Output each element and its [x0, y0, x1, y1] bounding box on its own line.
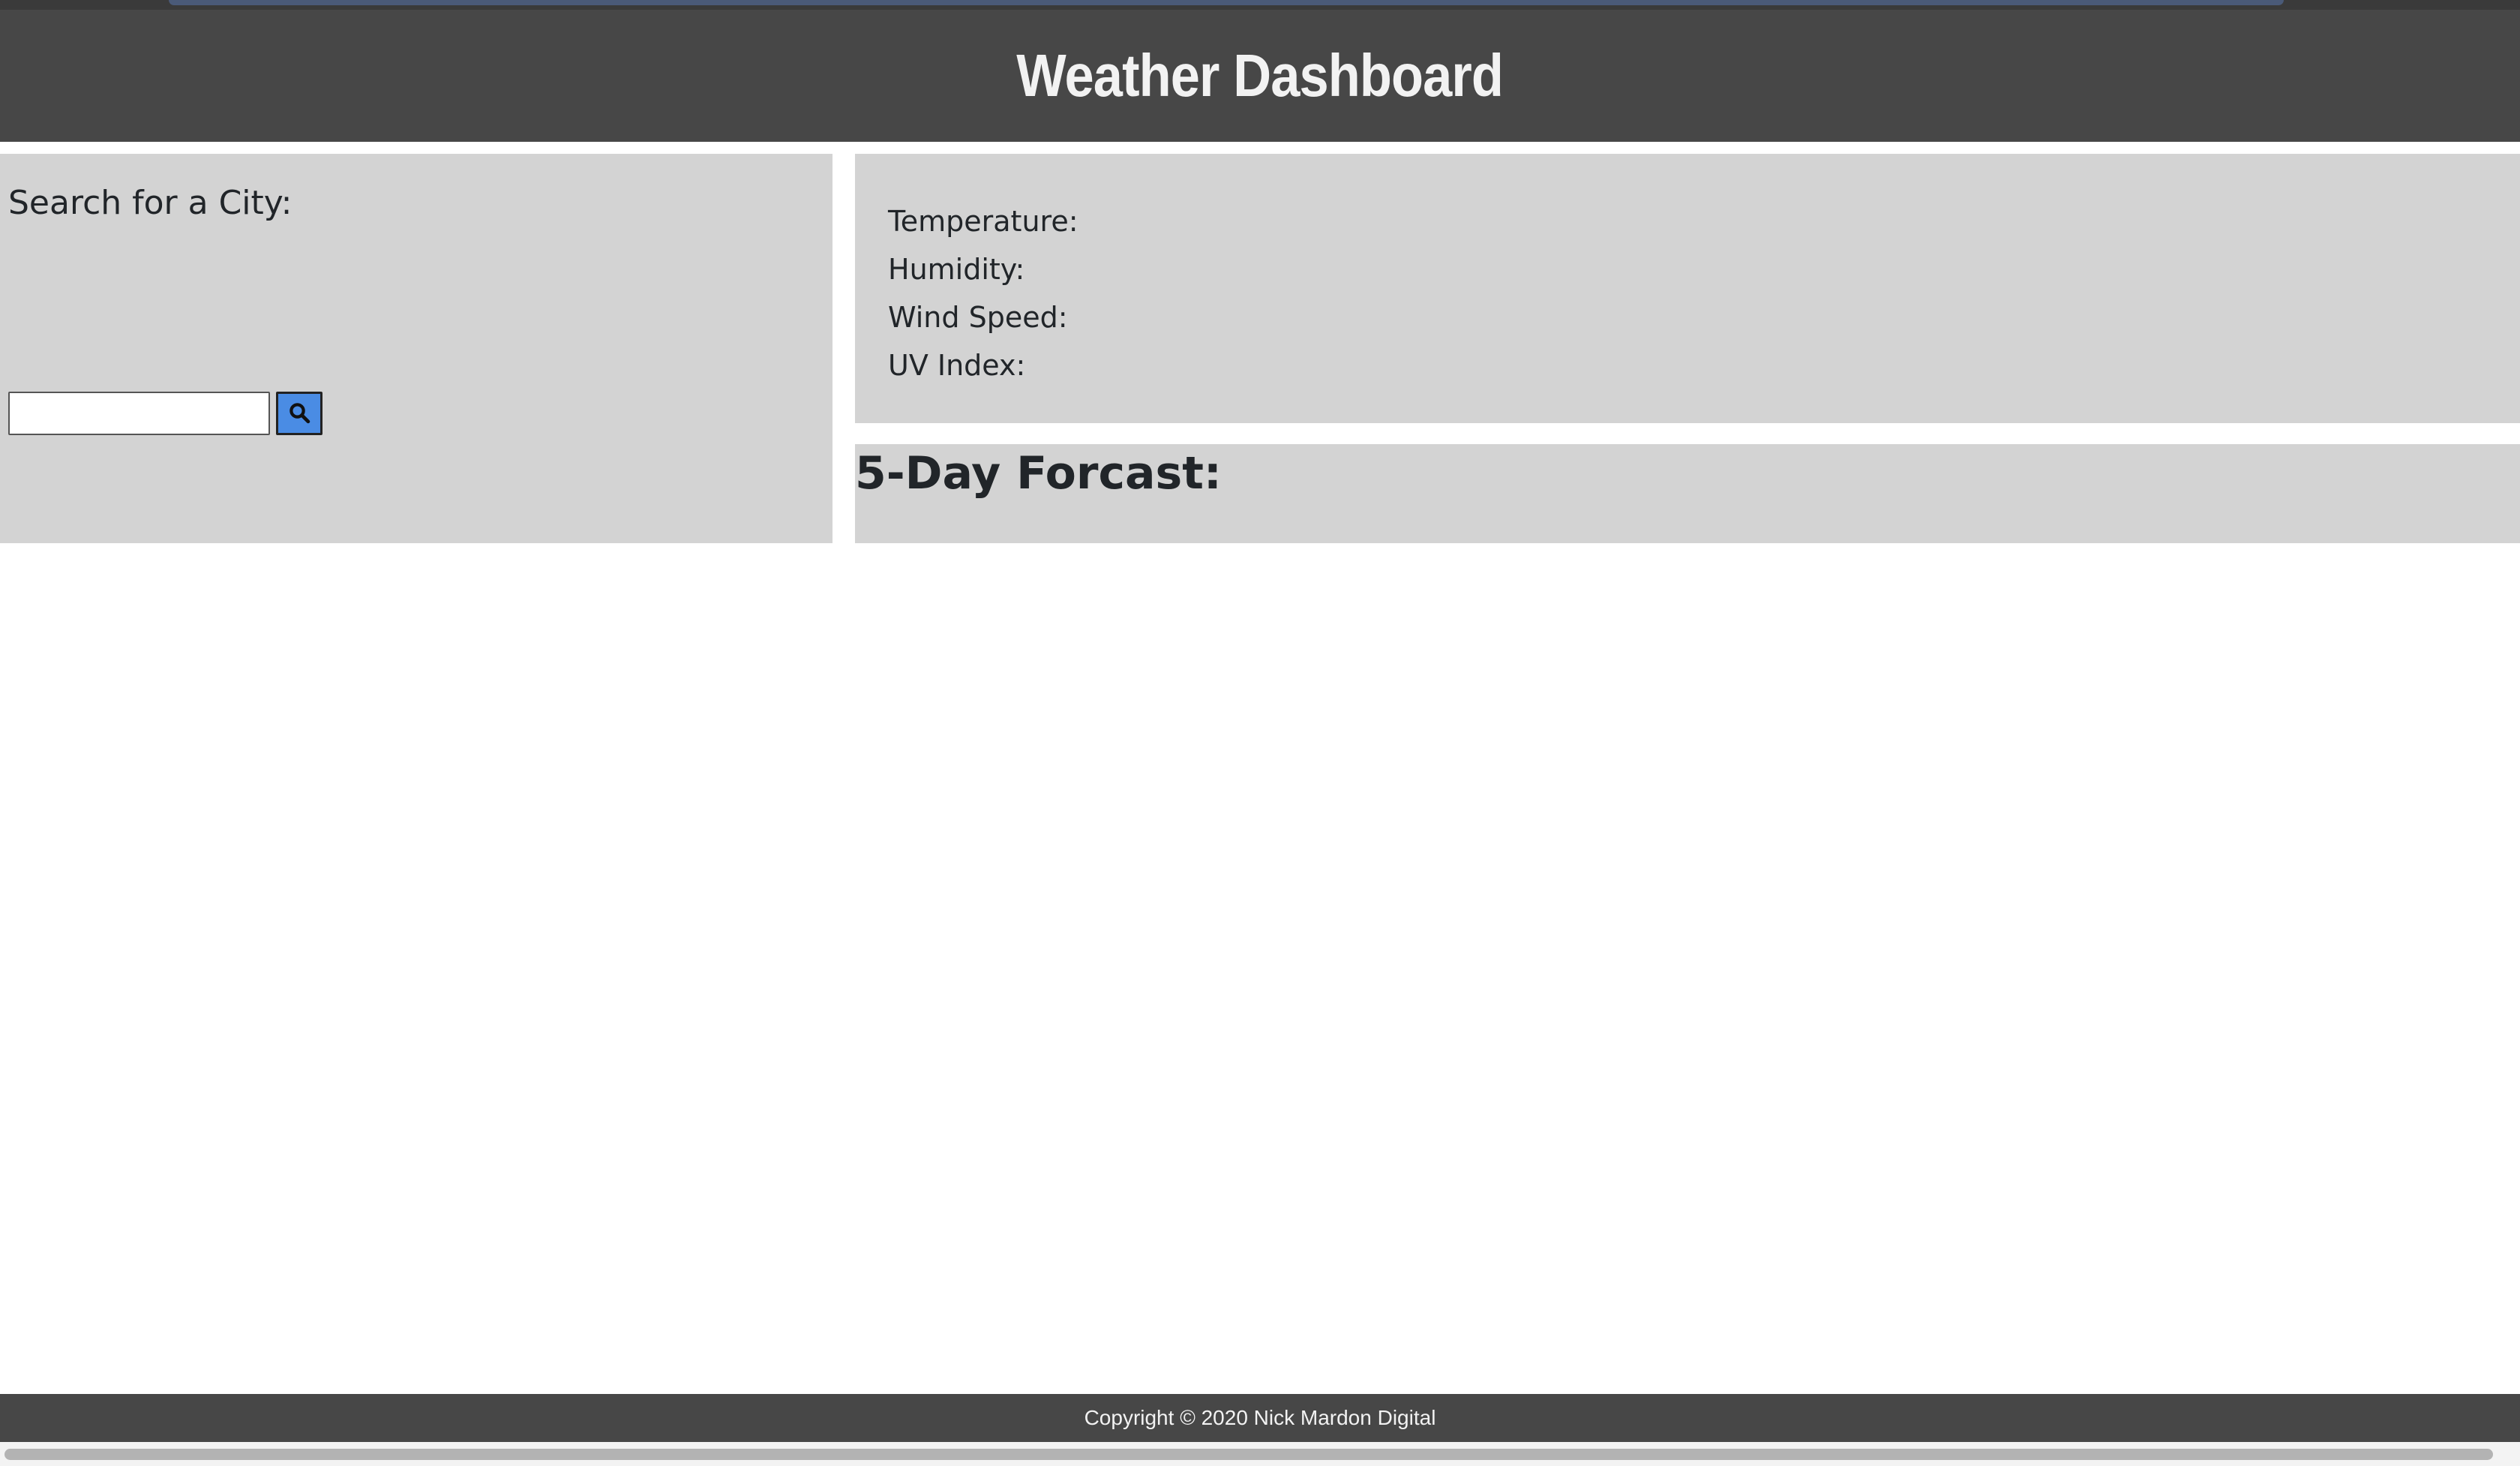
city-search-input[interactable] [8, 392, 270, 435]
top-strip [0, 0, 2520, 10]
uv-index-label: UV Index: [888, 349, 1026, 382]
page-header: Weather Dashboard [0, 10, 2520, 142]
page: Weather Dashboard Search for a City: Tem… [0, 0, 2520, 1466]
search-label: Search for a City: [8, 184, 292, 222]
scrollbar-thumb[interactable] [4, 1449, 2493, 1460]
wind-speed-label: Wind Speed: [888, 301, 1068, 334]
current-weather-list: Temperature: Humidity: Wind Speed: UV In… [888, 197, 1078, 389]
search-button[interactable] [276, 392, 322, 435]
current-weather-panel: Temperature: Humidity: Wind Speed: UV In… [855, 154, 2520, 423]
page-title: Weather Dashboard [1016, 42, 1504, 109]
search-panel: Search for a City: [0, 154, 832, 543]
horizontal-scrollbar[interactable] [0, 1442, 2520, 1466]
forecast-panel: 5-Day Forcast: [855, 444, 2520, 543]
temperature-label: Temperature: [888, 205, 1078, 238]
forecast-title: 5-Day Forcast: [855, 447, 1222, 500]
humidity-label: Humidity: [888, 253, 1025, 286]
top-strip-bar [169, 0, 2284, 5]
search-icon [288, 401, 310, 426]
page-footer: Copyright © 2020 Nick Mardon Digital [0, 1394, 2520, 1442]
copyright-text: Copyright © 2020 Nick Mardon Digital [1084, 1406, 1436, 1429]
